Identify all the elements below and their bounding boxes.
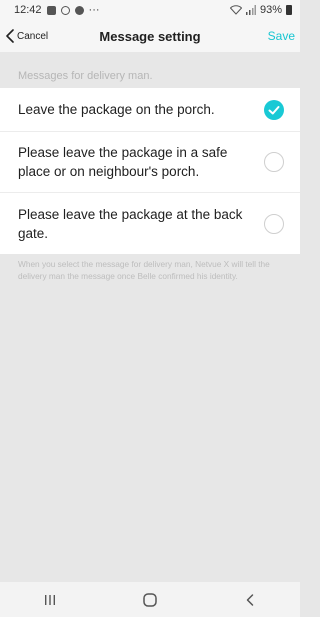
option-label: Please leave the package at the back gat… xyxy=(18,206,243,241)
cancel-button[interactable]: Cancel xyxy=(6,29,48,43)
signal-icon xyxy=(245,5,256,15)
section-label: Messages for delivery man. xyxy=(18,70,153,82)
system-nav-bar xyxy=(0,582,300,617)
back-icon xyxy=(246,593,254,606)
header: Cancel Message setting Save xyxy=(0,20,300,52)
status-right: 93% xyxy=(229,4,292,16)
message-option-safe-place[interactable]: Please leave the package in a safe place… xyxy=(0,132,300,193)
check-circle-icon[interactable] xyxy=(264,99,284,120)
status-more-indicator: ··· xyxy=(88,4,100,16)
info-note: When you select the message for delivery… xyxy=(18,259,270,281)
emoji-icon xyxy=(60,5,70,15)
status-bar: 12:42 ··· 93% xyxy=(0,0,300,20)
cancel-label: Cancel xyxy=(17,30,49,42)
back-button[interactable] xyxy=(230,585,270,615)
recents-button[interactable] xyxy=(30,585,70,615)
message-options-list: Leave the package on the porch. Please l… xyxy=(0,88,300,254)
recents-icon xyxy=(45,594,55,605)
home-icon xyxy=(143,592,157,607)
compass-icon xyxy=(74,5,84,15)
option-label: Leave the package on the porch. xyxy=(18,102,215,117)
battery-percent: 93% xyxy=(259,4,282,16)
option-label: Please leave the package in a safe place… xyxy=(18,145,228,179)
wifi-icon xyxy=(229,5,242,15)
home-button[interactable] xyxy=(130,585,170,615)
gallery-icon xyxy=(46,5,56,15)
save-button[interactable]: Save xyxy=(268,29,295,43)
status-left: 12:42 ··· xyxy=(14,4,100,16)
radio-unselected-icon[interactable] xyxy=(264,152,284,172)
radio-unselected-icon[interactable] xyxy=(264,213,284,234)
chevron-left-icon xyxy=(6,29,14,43)
status-time: 12:42 xyxy=(14,4,42,16)
message-option-back-gate[interactable]: Please leave the package at the back gat… xyxy=(0,193,300,254)
message-option-porch[interactable]: Leave the package on the porch. xyxy=(0,88,300,132)
battery-icon xyxy=(286,5,292,15)
